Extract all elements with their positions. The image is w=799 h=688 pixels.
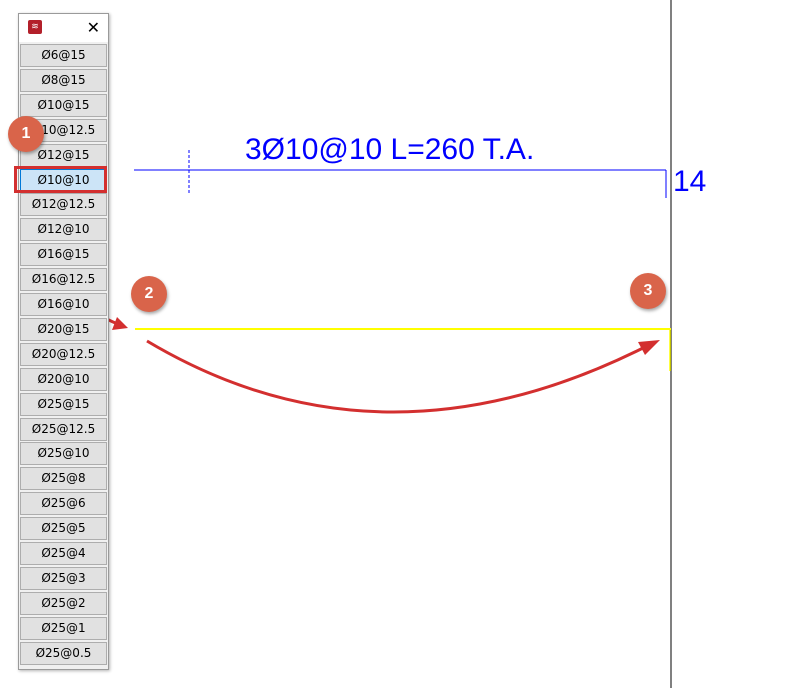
rebar-button[interactable]: Ø10@15 [20,93,107,117]
rebar-button[interactable]: Ø25@8 [20,467,107,491]
rebar-button[interactable]: Ø25@0.5 [20,641,107,665]
cad-drawing [21,0,672,688]
rebar-palette: ≋ ✕ Ø6@15 Ø8@15 Ø10@15 Ø10@12.5 Ø12@15 Ø10@10… [18,13,109,670]
rebar-button[interactable]: Ø20@15 [20,317,107,341]
rebar-button[interactable]: Ø20@10 [20,367,107,391]
rebar-button[interactable]: Ø16@15 [20,243,107,267]
rebar-button[interactable]: Ø16@10 [20,293,107,316]
rebar-button[interactable]: Ø25@3 [20,566,107,590]
rebar-button[interactable]: Ø8@15 [20,68,107,92]
rebar-button[interactable]: Ø6@15 [20,44,107,67]
rebar-label: 3Ø10@10 L=260 T.A. [245,133,535,166]
rebar-button[interactable]: Ø12@12.5 [20,193,107,217]
app-logo-icon: ≋ [28,20,42,34]
dimension-value: 14 [673,165,707,198]
arrow-2-to-3 [146,339,646,414]
rebar-button[interactable]: Ø25@4 [20,542,107,565]
rebar-button[interactable]: Ø25@1 [20,616,107,640]
step-badge-2: 2 [131,276,167,312]
rebar-button[interactable]: Ø25@10 [20,442,107,466]
rebar-button[interactable]: Ø12@10 [20,218,107,242]
rebar-button[interactable]: Ø25@2 [20,591,107,615]
rebar-button[interactable]: Ø20@12.5 [20,342,107,366]
rebar-button[interactable]: Ø25@12.5 [20,417,107,441]
rebar-button[interactable]: Ø25@6 [20,492,107,516]
rebar-button[interactable]: Ø25@5 [20,517,107,541]
rebar-button[interactable]: Ø25@15 [20,392,107,416]
arrowhead-3 [638,340,660,355]
rebar-button[interactable]: Ø16@12.5 [20,268,107,292]
close-button[interactable]: ✕ [87,18,100,37]
palette-titlebar[interactable]: ≋ ✕ [19,14,108,42]
step-badge-3: 3 [630,273,666,309]
selection-highlight [14,166,107,193]
step-badge-1: 1 [8,116,44,152]
